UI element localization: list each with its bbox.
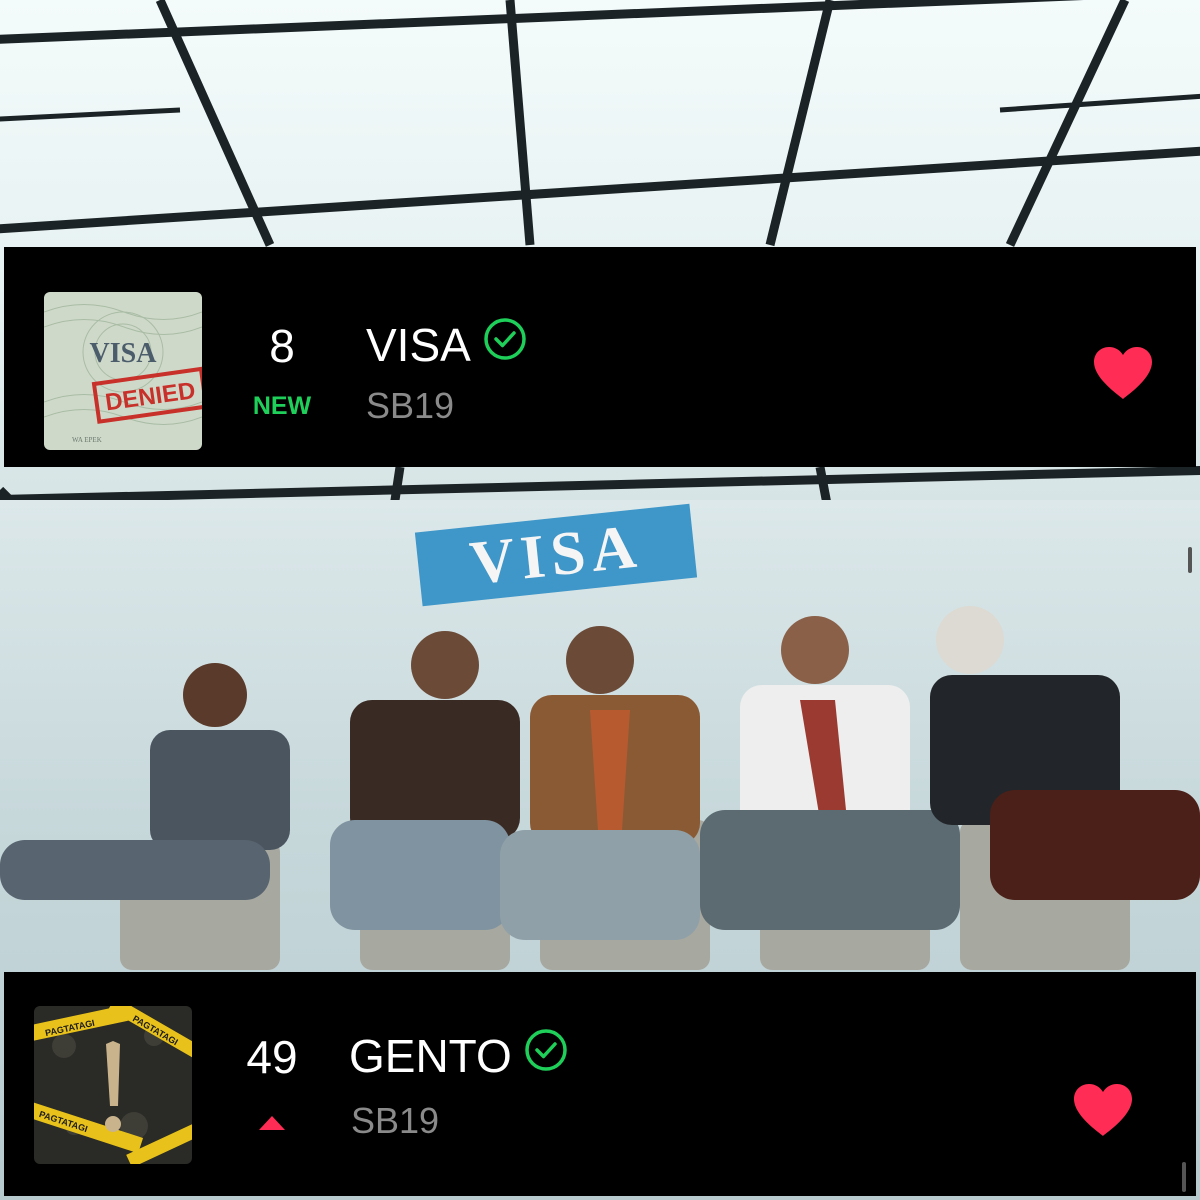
scroll-indicator [1182, 1162, 1186, 1192]
cover-art-gento: PAGTATAGI PAGTATAGI PAGTATAGI [34, 1006, 192, 1164]
group-photo [0, 606, 1200, 970]
cover-art-visa: VISA DENIED WA EPEK [44, 292, 202, 450]
song-title: VISA [366, 318, 471, 371]
new-entry-badge: NEW [252, 392, 312, 420]
verified-check-icon [483, 317, 527, 372]
heart-icon[interactable] [1072, 1082, 1134, 1138]
song-title-row: VISA [366, 317, 527, 372]
artist-name[interactable]: SB19 [351, 1100, 439, 1142]
verified-check-icon [524, 1028, 568, 1083]
artist-name[interactable]: SB19 [366, 385, 454, 427]
chart-entry-gento[interactable]: PAGTATAGI PAGTATAGI PAGTATAGI 49 GENTO S… [4, 972, 1196, 1196]
song-title-row: GENTO [349, 1028, 568, 1083]
song-title: GENTO [349, 1029, 512, 1082]
scroll-indicator [1188, 547, 1192, 573]
chart-entry-visa[interactable]: VISA DENIED WA EPEK 8 NEW VISA SB19 [4, 247, 1196, 573]
svg-text:WA EPEK: WA EPEK [72, 436, 102, 444]
heart-icon[interactable] [1092, 345, 1154, 401]
chart-rank: 49 [246, 1031, 298, 1083]
up-arrow-icon [252, 1112, 292, 1132]
chart-rank: 8 [269, 320, 295, 372]
svg-text:VISA: VISA [90, 338, 158, 369]
